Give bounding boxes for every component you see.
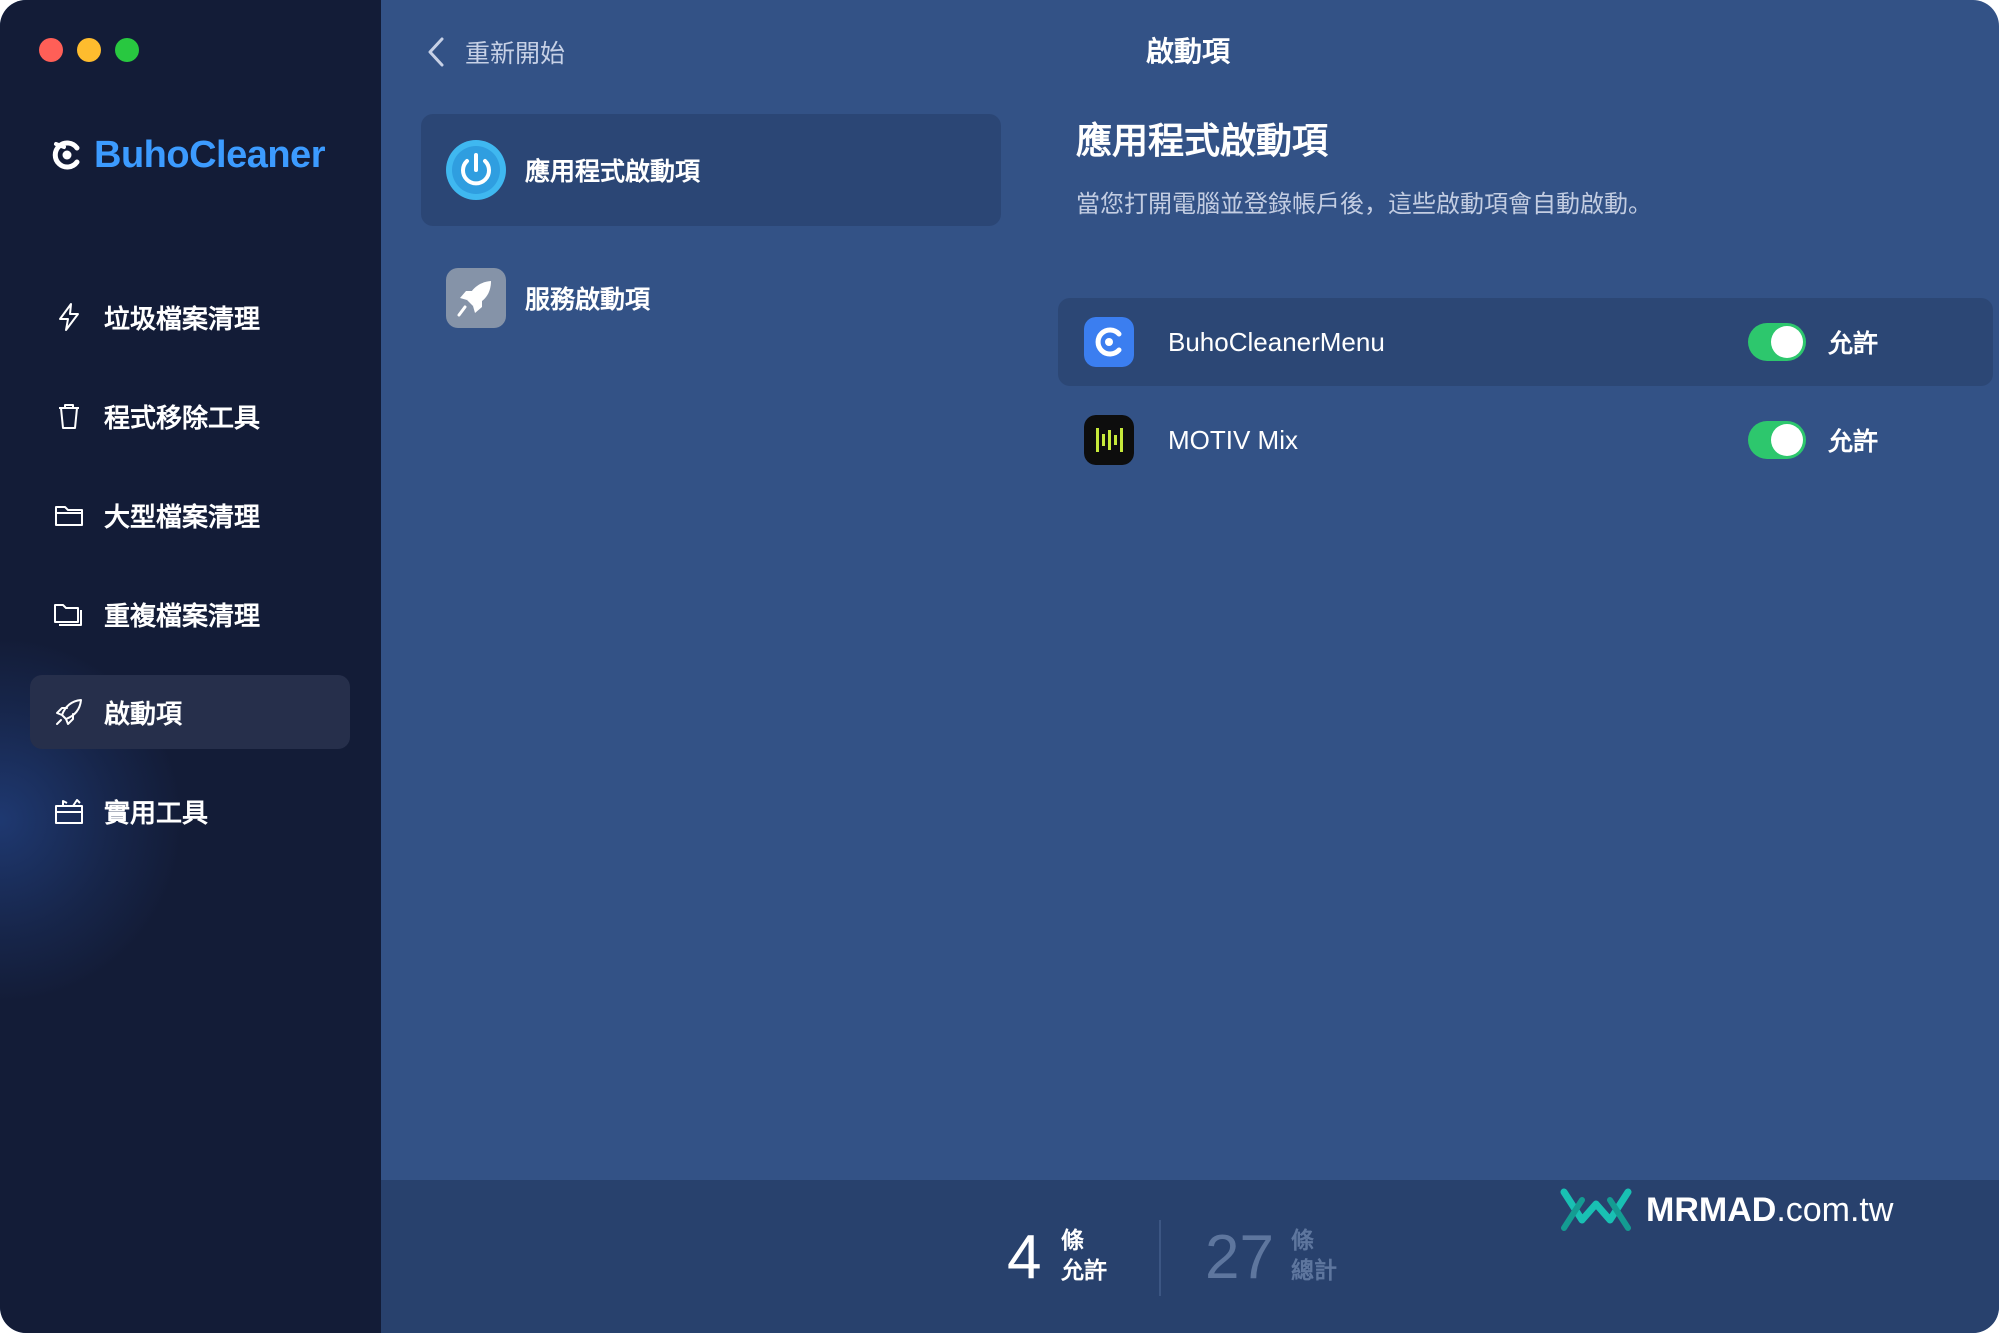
footer-divider (1159, 1220, 1161, 1296)
window-title: 啟動項 (1145, 35, 1230, 68)
allowed-label: 允許 (1061, 1258, 1107, 1284)
brand-name: BuhoCleaner (94, 133, 325, 176)
allow-toggle[interactable] (1748, 323, 1806, 361)
allow-toggle[interactable] (1748, 421, 1806, 459)
toolbox-icon (52, 794, 86, 828)
toggle-knob (1771, 424, 1803, 456)
allowed-count: 4 (1007, 1223, 1042, 1292)
sidebar-item-junk-cleanup[interactable]: 垃圾檔案清理 (30, 280, 350, 354)
chevron-left-icon (428, 37, 444, 67)
sidebar-item-toolkit[interactable]: 實用工具 (30, 774, 350, 848)
sidebar-item-startup[interactable]: 啟動項 (30, 675, 350, 749)
category-app-startup[interactable]: 應用程式啟動項 (421, 114, 1001, 226)
category-label: 服務啟動項 (525, 285, 651, 314)
sidebar-item-large-files[interactable]: 大型檔案清理 (30, 478, 350, 552)
category-label: 應用程式啟動項 (525, 157, 701, 186)
toggle-status-label: 允許 (1828, 329, 1879, 358)
rocket-icon (52, 695, 86, 729)
sidebar: BuhoCleaner 垃圾檔案清理 程式移除工具 大型檔案清理 重複檔案清理 … (0, 0, 381, 1333)
sidebar-item-duplicates[interactable]: 重複檔案清理 (30, 577, 350, 651)
watermark-text: MRMAD.com.tw (1646, 1190, 1894, 1229)
sidebar-item-label: 啟動項 (104, 699, 183, 730)
rocket-icon (446, 268, 506, 328)
buhocleaner-app-icon (1084, 317, 1134, 367)
section-description: 當您打開電腦並登錄帳戶後，這些啟動項會自動啟動。 (1076, 190, 1652, 218)
power-icon (446, 140, 506, 200)
app-window: BuhoCleaner 垃圾檔案清理 程式移除工具 大型檔案清理 重複檔案清理 … (0, 0, 1999, 1333)
startup-item-row[interactable]: BuhoCleanerMenu 允許 (1058, 298, 1993, 386)
buhocleaner-logo-icon (52, 140, 80, 170)
folder-icon (52, 498, 86, 532)
toggle-knob (1771, 326, 1803, 358)
sidebar-item-label: 大型檔案清理 (104, 502, 261, 533)
bolt-icon (52, 300, 86, 334)
mrmad-logo-icon (1560, 1188, 1632, 1231)
zoom-window-button[interactable] (115, 38, 139, 62)
allowed-unit: 條 (1061, 1228, 1084, 1254)
sidebar-item-uninstaller[interactable]: 程式移除工具 (30, 379, 350, 453)
toggle-status-label: 允許 (1828, 427, 1879, 456)
sidebar-item-label: 程式移除工具 (104, 403, 261, 434)
startup-item-name: BuhoCleanerMenu (1168, 326, 1385, 357)
startup-item-row[interactable]: MOTIV Mix 允許 (1058, 396, 1993, 484)
watermark: MRMAD.com.tw (1560, 1186, 1893, 1234)
sidebar-item-label: 實用工具 (104, 798, 209, 829)
brand: BuhoCleaner (50, 130, 325, 180)
trash-icon (52, 399, 86, 433)
sidebar-item-label: 垃圾檔案清理 (104, 304, 261, 335)
back-label: 重新開始 (465, 39, 566, 68)
duplicate-folder-icon (52, 597, 86, 631)
startup-item-name: MOTIV Mix (1168, 424, 1298, 455)
total-unit: 條 (1291, 1228, 1314, 1254)
back-button[interactable]: 重新開始 (425, 34, 565, 70)
motiv-mix-app-icon (1084, 415, 1134, 465)
close-window-button[interactable] (39, 38, 63, 62)
minimize-window-button[interactable] (77, 38, 101, 62)
total-count: 27 (1205, 1223, 1274, 1292)
section-title: 應用程式啟動項 (1076, 121, 1329, 162)
category-service-startup[interactable]: 服務啟動項 (421, 242, 1001, 354)
total-label: 總計 (1291, 1258, 1337, 1284)
sidebar-item-label: 重複檔案清理 (104, 601, 261, 632)
